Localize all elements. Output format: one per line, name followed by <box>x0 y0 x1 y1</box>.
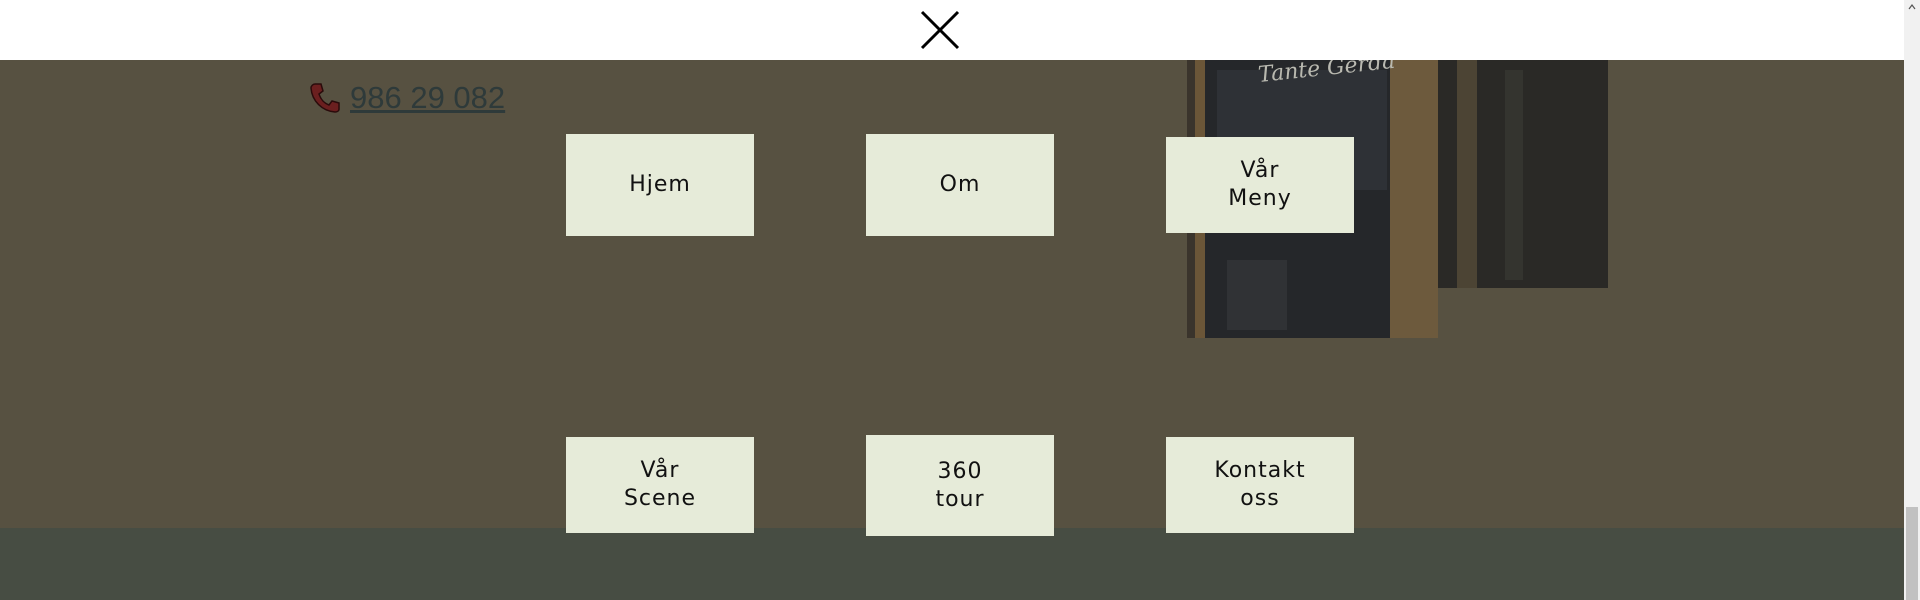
nav-button-contact[interactable]: Kontakt oss <box>1166 437 1354 533</box>
footer-band <box>0 528 1904 600</box>
close-menu-button[interactable] <box>916 6 964 54</box>
nav-button-stage[interactable]: Vår Scene <box>566 437 754 533</box>
nav-button-tour[interactable]: 360 tour <box>866 435 1054 536</box>
close-icon <box>920 10 960 50</box>
nav-button-menu[interactable]: Vår Meny <box>1166 137 1354 233</box>
scrollbar-thumb[interactable] <box>1906 507 1918 600</box>
nav-button-about[interactable]: Om <box>866 134 1054 236</box>
phone-number-link[interactable]: 986 29 082 <box>350 80 505 116</box>
phone-contact: 986 29 082 <box>308 80 505 116</box>
top-bar <box>0 0 1904 60</box>
nav-button-home[interactable]: Hjem <box>566 134 754 236</box>
scroll-up-arrow-icon[interactable] <box>1908 3 1916 11</box>
phone-icon <box>310 83 340 113</box>
